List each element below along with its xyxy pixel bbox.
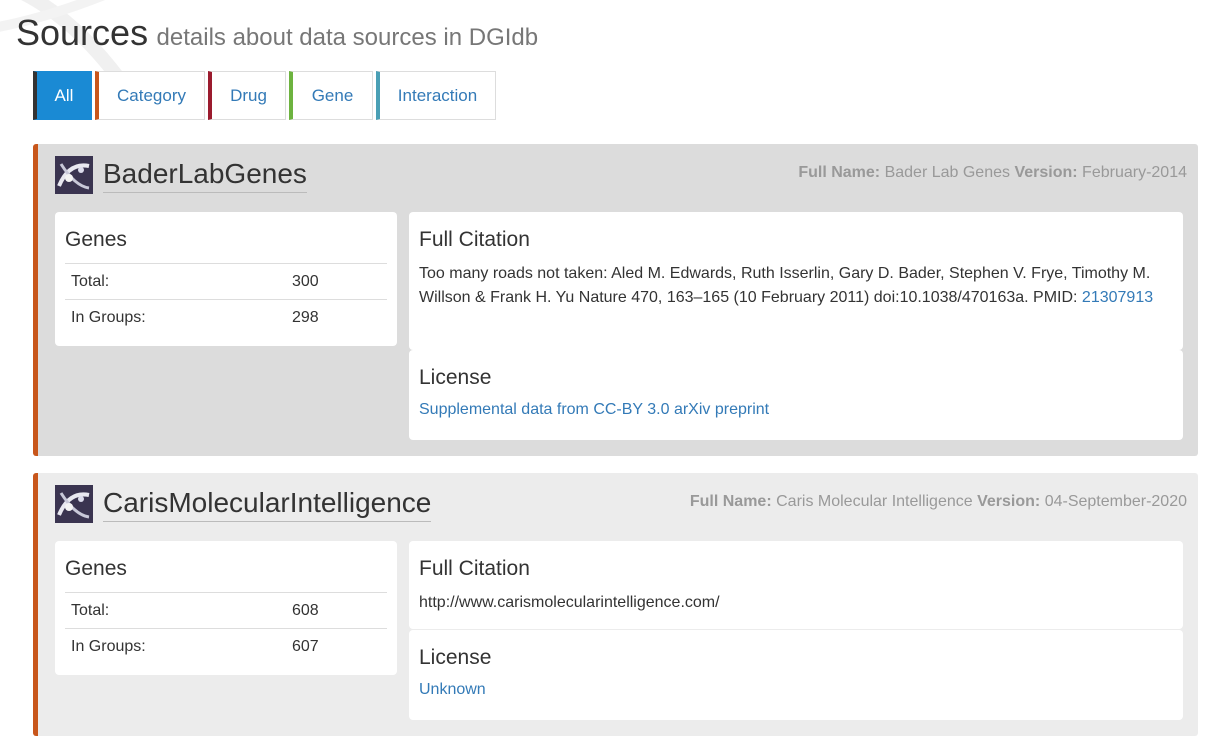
version-value: 04-September-2020 (1044, 493, 1187, 510)
genes-table: Total: 608 In Groups: 607 (65, 592, 387, 665)
row-label: In Groups: (65, 628, 292, 665)
tab-category[interactable]: Category (95, 71, 205, 120)
table-row: Total: 300 (65, 263, 387, 300)
table-row: In Groups: 298 (65, 299, 387, 336)
tab-all[interactable]: All (33, 71, 92, 120)
source-meta: Full Name: Caris Molecular Intelligence … (690, 493, 1187, 511)
source-meta: Full Name: Bader Lab Genes Version: Febr… (798, 164, 1187, 182)
page-title: Sources (16, 12, 149, 53)
license-link[interactable]: Unknown (419, 681, 486, 698)
row-value: 607 (292, 628, 387, 665)
source-panel: BaderLabGenes Full Name: Bader Lab Genes… (33, 144, 1198, 456)
citation-title: Full Citation (419, 557, 530, 580)
row-label: Total: (65, 592, 292, 629)
tab-interaction[interactable]: Interaction (376, 71, 496, 120)
genes-card-title: Genes (65, 557, 127, 580)
tab-gene[interactable]: Gene (289, 71, 373, 120)
pmid-link[interactable]: 21307913 (1082, 289, 1153, 306)
version-label: Version: (1014, 164, 1078, 181)
page-subtitle: details about data sources in DGIdb (156, 24, 539, 51)
citation-title: Full Citation (419, 228, 530, 251)
tab-drug[interactable]: Drug (208, 71, 286, 120)
source-name-link[interactable]: BaderLabGenes (103, 157, 307, 193)
genes-card: Genes Total: 608 In Groups: 607 (55, 541, 397, 675)
source-name-link[interactable]: CarisMolecularIntelligence (103, 486, 432, 522)
license-card: License Unknown (409, 630, 1183, 720)
version-value: February-2014 (1082, 164, 1187, 181)
table-row: In Groups: 607 (65, 628, 387, 665)
genes-card-title: Genes (65, 228, 127, 251)
citation-body: http://www.carismolecularintelligence.co… (419, 594, 720, 611)
source-heading: CarisMolecularIntelligence (55, 485, 432, 523)
row-value: 300 (292, 263, 387, 300)
license-link[interactable]: Supplemental data from CC-BY 3.0 arXiv p… (419, 401, 769, 418)
table-row: Total: 608 (65, 592, 387, 629)
full-name-label: Full Name: (798, 164, 881, 181)
row-label: In Groups: (65, 299, 292, 336)
genes-table: Total: 300 In Groups: 298 (65, 263, 387, 336)
source-logo-icon (55, 156, 93, 194)
citation-body: Too many roads not taken: Aled M. Edward… (419, 265, 1151, 306)
full-name-label: Full Name: (689, 493, 772, 510)
row-label: Total: (65, 263, 292, 300)
source-logo-icon (55, 485, 93, 523)
license-title: License (419, 366, 492, 389)
full-name-value: Caris Molecular Intelligence (776, 493, 973, 510)
citation-text: http://www.carismolecularintelligence.co… (419, 591, 1173, 615)
license-title: License (419, 646, 492, 669)
full-name-value: Bader Lab Genes (884, 164, 1010, 181)
citation-card: Full Citation Too many roads not taken: … (409, 212, 1183, 350)
version-label: Version: (977, 493, 1041, 510)
row-value: 298 (292, 299, 387, 336)
citation-card: Full Citation http://www.carismoleculari… (409, 541, 1183, 629)
source-heading: BaderLabGenes (55, 156, 307, 194)
source-filter-tabs: All Category Drug Gene Interaction (33, 71, 499, 120)
row-value: 608 (292, 592, 387, 629)
genes-card: Genes Total: 300 In Groups: 298 (55, 212, 397, 346)
citation-text: Too many roads not taken: Aled M. Edward… (419, 262, 1173, 310)
page-header: Sources details about data sources in DG… (16, 12, 538, 54)
source-panel: CarisMolecularIntelligence Full Name: Ca… (33, 473, 1198, 736)
license-card: License Supplemental data from CC-BY 3.0… (409, 350, 1183, 440)
